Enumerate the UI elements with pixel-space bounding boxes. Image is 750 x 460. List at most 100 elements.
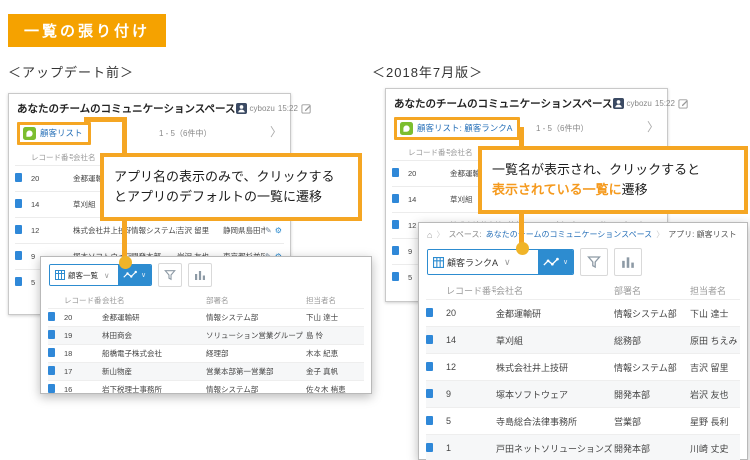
record-icon[interactable] — [426, 389, 433, 398]
callout-line1: 一覧名が表示され、クリックすると — [492, 160, 734, 180]
pager-next-icon[interactable]: 〉 — [647, 118, 659, 135]
chart-button[interactable] — [614, 248, 642, 276]
space-card-header: あなたのチームのコミュニケーションスペース cybozu 15:22 — [386, 89, 667, 114]
breadcrumb-separator: 〉 — [656, 229, 664, 240]
table-header-row: レコード番号 会社名 部署名 担当者名 — [426, 282, 740, 299]
list-item[interactable]: 20 金都運輸研 情報システム部 下山 達士 — [48, 308, 364, 326]
funnel-icon — [587, 255, 601, 269]
connector-dot — [516, 242, 529, 255]
list-body: 20 金都運輸研 情報システム部 下山 達士 14 草刈組 総務部 原田 ちえみ… — [426, 299, 740, 460]
settings-record-icon[interactable]: ⚙ — [275, 227, 282, 235]
record-icon[interactable] — [426, 362, 433, 371]
app-link[interactable]: 顧客リスト: 顧客ランクA — [417, 122, 512, 134]
record-icon[interactable] — [48, 330, 55, 339]
connector-dot — [119, 256, 132, 269]
table-icon — [433, 257, 444, 268]
record-icon[interactable] — [392, 194, 399, 203]
record-icon[interactable] — [392, 246, 399, 255]
list-item[interactable]: 16 岩下税理士事務所 情報システム部 佐々木 梢恵 — [48, 380, 364, 398]
user-name: cybozu — [250, 104, 275, 113]
list-item[interactable]: 20 金都運輸研 情報システム部 下山 達士 — [426, 299, 740, 326]
record-icon[interactable] — [392, 272, 399, 281]
chevron-down-icon: ∨ — [104, 271, 110, 280]
record-icon[interactable] — [15, 173, 22, 182]
record-icon[interactable] — [392, 220, 399, 229]
record-icon[interactable] — [392, 168, 399, 177]
record-icon[interactable] — [15, 251, 22, 260]
record-icon[interactable] — [48, 366, 55, 375]
edit-record-icon[interactable]: ✎ — [265, 227, 272, 235]
app-link[interactable]: 顧客リスト — [40, 127, 83, 139]
app-link-row: 顧客リスト 1 - 5（6件中） 〉 — [9, 119, 290, 149]
pager-next-icon[interactable]: 〉 — [270, 123, 282, 140]
app-link-row: 顧客リスト: 顧客ランクA 1 - 5（6件中） 〉 — [386, 114, 667, 144]
record-icon[interactable] — [426, 308, 433, 317]
callout-highlight-text: 表示されている一覧に — [492, 182, 622, 197]
view-select[interactable]: 顧客一覧 ∨ — [50, 265, 118, 285]
callout-line2: 表示されている一覧に遷移 — [492, 180, 734, 200]
col-header-record-no: レコード番号 — [408, 147, 450, 158]
record-icon[interactable] — [15, 277, 22, 286]
callout-before: アプリ名の表示のみで、クリックする とアプリのデフォルトの一覧に遷移 — [100, 153, 362, 221]
record-icon[interactable] — [48, 312, 55, 321]
list-item[interactable]: 19 林田商会 ソリューション営業グループ 島 怜 — [48, 326, 364, 344]
chevron-down-icon: ∨ — [563, 258, 568, 266]
space-meta: cybozu 15:22 — [236, 103, 312, 114]
chart-button[interactable] — [188, 263, 212, 287]
filter-button[interactable] — [158, 263, 182, 287]
timestamp: 15:22 — [278, 104, 298, 113]
edit-icon[interactable] — [301, 103, 312, 114]
breadcrumb-space-link[interactable]: あなたのチームのコミュニケーションスペース — [486, 229, 652, 240]
home-icon[interactable]: ⌂ — [427, 230, 432, 240]
space-title: あなたのチームのコミュニケーションスペース — [394, 96, 613, 111]
bar-chart-icon — [194, 269, 206, 281]
record-icon[interactable] — [48, 348, 55, 357]
breadcrumb: ⌂ 〉 スペース: あなたのチームのコミュニケーションスペース 〉 アプリ: 顧… — [419, 223, 747, 242]
user-icon — [613, 98, 624, 109]
list-table: レコード番号 会社名 部署名 担当者名 20 金都運輸研 情報システム部 下山 … — [419, 282, 747, 460]
record-icon[interactable] — [48, 384, 55, 393]
col-header-record-no: レコード番号 — [31, 152, 73, 163]
page-title: 一覧の張り付け — [8, 14, 166, 47]
graph-button[interactable]: ∨ — [538, 250, 573, 274]
view-name: 顧客ランクA — [447, 256, 498, 269]
breadcrumb-space-prefix: スペース: — [448, 229, 481, 240]
list-item[interactable]: 5 寺島総合法律事務所 営業部 星野 長利 — [426, 407, 740, 434]
record-icon[interactable] — [15, 199, 22, 208]
record-icon[interactable] — [426, 416, 433, 425]
section-label-after: ＜2018年7月版＞ — [372, 62, 483, 81]
callout-line1: アプリ名の表示のみで、クリックする — [114, 167, 348, 187]
view-selector[interactable]: 顧客ランクA ∨ ∨ — [427, 249, 574, 275]
list-item[interactable]: 1 戸田ネットソリューションズ 開発本部 川崎 丈史 — [426, 434, 740, 460]
user-name: cybozu — [627, 99, 652, 108]
filter-button[interactable] — [580, 248, 608, 276]
section-label-before: ＜アップデート前＞ — [8, 62, 134, 81]
callout-tail: 遷移 — [622, 182, 648, 197]
breadcrumb-app: アプリ: 顧客リスト — [668, 229, 736, 240]
list-item[interactable]: 9 塚本ソフトウェア 開発本部 岩沢 友也 — [426, 380, 740, 407]
line-chart-icon — [123, 270, 138, 280]
view-toolbar: 顧客一覧 ∨ ∨ — [41, 257, 371, 293]
record-icon[interactable] — [426, 443, 433, 452]
breadcrumb-separator: 〉 — [436, 229, 444, 240]
table-header-row: レコード番号 会社名 部署名 担当者名 — [48, 293, 364, 308]
app-icon — [23, 127, 36, 140]
table-icon — [55, 270, 65, 280]
list-item[interactable]: 18 船橋電子株式会社 経理部 木本 紀恵 — [48, 344, 364, 362]
edit-icon[interactable] — [678, 98, 689, 109]
pager-text: 1 - 5（6件中） — [159, 128, 211, 139]
callout-line2: とアプリのデフォルトの一覧に遷移 — [114, 187, 348, 207]
line-chart-icon — [543, 257, 560, 268]
list-item[interactable]: 14 草刈組 総務部 原田 ちえみ — [426, 326, 740, 353]
list-item[interactable]: 17 新山物産 営業本部第一営業部 金子 真帆 — [48, 362, 364, 380]
view-selector[interactable]: 顧客一覧 ∨ ∨ — [49, 264, 152, 286]
page: 一覧の張り付け ＜アップデート前＞ ＜2018年7月版＞ あなたのチームのコミュ… — [0, 0, 750, 460]
record-icon[interactable] — [426, 335, 433, 344]
callout-after: 一覧名が表示され、クリックすると 表示されている一覧に遷移 — [478, 146, 748, 214]
record-icon[interactable] — [15, 225, 22, 234]
list-window-before: 顧客一覧 ∨ ∨ レコード番号 会社名 部署名 担当者名 — [40, 256, 372, 394]
list-item[interactable]: 12 株式会社井上技研 情報システム部 吉沢 留里 — [426, 353, 740, 380]
funnel-icon — [164, 269, 176, 281]
chevron-down-icon: ∨ — [141, 271, 146, 279]
pager-text: 1 - 5（6件中） — [536, 123, 588, 134]
